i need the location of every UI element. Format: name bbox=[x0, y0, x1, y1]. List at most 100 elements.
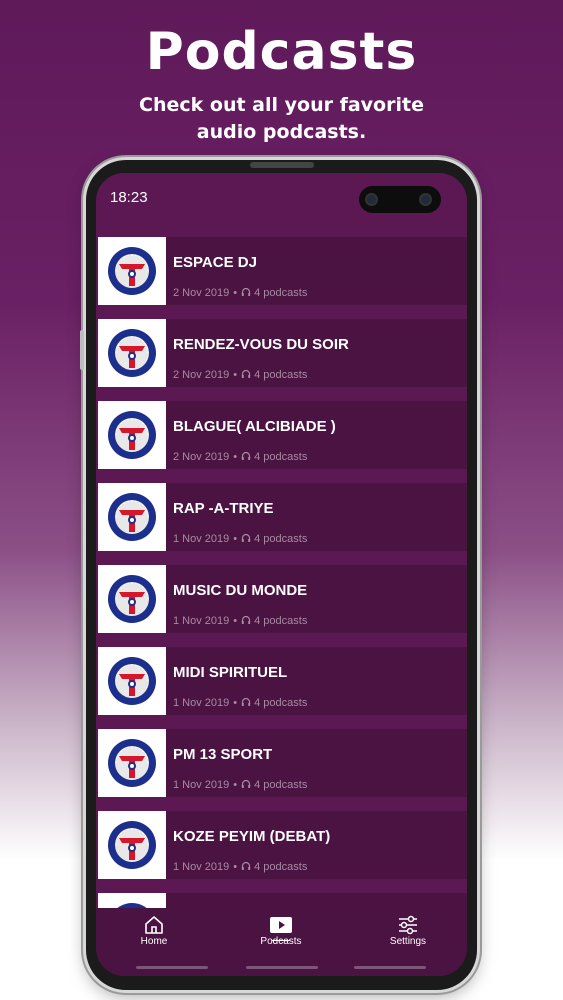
promo-subtitle-line-2: audio podcasts. bbox=[196, 121, 367, 143]
podcast-count: 4 podcasts bbox=[254, 697, 308, 709]
promo-subtitle-line-1: Check out all your favorite bbox=[139, 94, 424, 116]
camera-lens-icon bbox=[365, 193, 378, 206]
podcast-meta: 1 Nov 2019 • 4 podcasts bbox=[173, 615, 307, 627]
podcast-card[interactable]: BLAGUE( ALCIBIADE ) 2 Nov 2019 • 4 podcasts bbox=[98, 401, 467, 469]
podcast-date: 1 Nov 2019 bbox=[173, 861, 230, 873]
podcast-count: 4 podcasts bbox=[254, 533, 308, 545]
podcast-meta: 2 Nov 2019 • 4 podcasts bbox=[173, 451, 307, 463]
podcast-date: 2 Nov 2019 bbox=[173, 369, 230, 381]
nav-podcasts[interactable]: Podcasts bbox=[231, 908, 331, 960]
radio-station-logo bbox=[108, 739, 156, 787]
podcast-title: MUSIC DU MONDE bbox=[173, 582, 308, 599]
podcast-list[interactable]: ESPACE DJ 2 Nov 2019 • 4 podcasts RENDEZ-VO… bbox=[96, 229, 467, 908]
podcast-card[interactable]: ESPACE DJ 2 Nov 2019 • 4 podcasts bbox=[98, 237, 467, 305]
podcast-date: 1 Nov 2019 bbox=[173, 779, 230, 791]
headphones-icon bbox=[241, 451, 251, 460]
speaker-grille bbox=[250, 162, 314, 168]
nav-settings[interactable]: Settings bbox=[358, 908, 458, 960]
headphones-icon bbox=[241, 287, 251, 296]
home-icon bbox=[145, 916, 163, 934]
podcast-title: KOZE PEYIM (DEBAT) bbox=[173, 828, 331, 845]
podcast-title: MIDI SPIRITUEL bbox=[173, 664, 288, 681]
headphones-icon bbox=[241, 369, 251, 378]
podcast-thumbnail bbox=[98, 893, 166, 908]
podcast-meta: 1 Nov 2019 • 4 podcasts bbox=[173, 779, 307, 791]
podcast-count: 4 podcasts bbox=[254, 779, 308, 791]
podcast-card[interactable]: RAP -A-TRIYE 1 Nov 2019 • 4 podcasts bbox=[98, 483, 467, 551]
headphones-icon bbox=[241, 697, 251, 706]
podcast-thumbnail bbox=[98, 729, 166, 797]
podcast-date: 2 Nov 2019 bbox=[173, 287, 230, 299]
podcast-thumbnail bbox=[98, 811, 166, 879]
gesture-indicator bbox=[354, 966, 426, 969]
meta-separator: • bbox=[233, 779, 238, 791]
radio-station-logo bbox=[108, 575, 156, 623]
radio-station-logo bbox=[108, 329, 156, 377]
phone-frame: 18:23 ESPACE DJ 2 Nov 2019 • 4 podcasts REN… bbox=[80, 160, 477, 990]
camera-lens-icon bbox=[419, 193, 432, 206]
podcast-thumbnail bbox=[98, 565, 166, 633]
podcast-thumbnail bbox=[98, 483, 166, 551]
meta-separator: • bbox=[233, 615, 238, 627]
podcast-meta: 1 Nov 2019 • 4 podcasts bbox=[173, 533, 307, 545]
phone-screen: 18:23 ESPACE DJ 2 Nov 2019 • 4 podcasts REN… bbox=[96, 173, 467, 976]
meta-separator: • bbox=[233, 369, 238, 381]
podcast-title: BLAGUE( ALCIBIADE ) bbox=[173, 418, 336, 435]
nav-settings-label: Settings bbox=[389, 936, 427, 947]
radio-station-logo bbox=[108, 657, 156, 705]
nav-home-label: Home bbox=[140, 936, 168, 947]
podcast-thumbnail bbox=[98, 647, 166, 715]
podcast-card[interactable]: RENDEZ-VOUS DU SOIR 2 Nov 2019 • 4 podcasts bbox=[98, 319, 467, 387]
meta-separator: • bbox=[233, 287, 238, 299]
promo-subtitle: Check out all your favorite audio podcas… bbox=[0, 92, 563, 146]
volume-button bbox=[80, 330, 84, 370]
status-bar: 18:23 bbox=[96, 173, 467, 229]
podcast-title: ESPACE DJ bbox=[173, 254, 257, 271]
sliders-icon bbox=[399, 915, 417, 935]
bottom-navigation: Home Podcasts Settings bbox=[96, 908, 467, 960]
podcast-thumbnail bbox=[98, 319, 166, 387]
headphones-icon bbox=[241, 779, 251, 788]
radio-station-logo bbox=[108, 411, 156, 459]
active-tab-indicator bbox=[272, 940, 290, 941]
headphones-icon bbox=[241, 533, 251, 542]
podcast-count: 4 podcasts bbox=[254, 615, 308, 627]
podcast-date: 2 Nov 2019 bbox=[173, 451, 230, 463]
podcast-card[interactable]: MUSIC DU MONDE 1 Nov 2019 • 4 podcasts bbox=[98, 565, 467, 633]
radio-station-logo bbox=[108, 821, 156, 869]
gesture-bar bbox=[96, 960, 467, 976]
podcast-count: 4 podcasts bbox=[254, 369, 308, 381]
play-video-icon bbox=[270, 917, 292, 933]
podcast-meta: 2 Nov 2019 • 4 podcasts bbox=[173, 287, 307, 299]
podcast-count: 4 podcasts bbox=[254, 287, 308, 299]
nav-home[interactable]: Home bbox=[104, 908, 204, 960]
status-time: 18:23 bbox=[110, 189, 148, 206]
podcast-meta: 1 Nov 2019 • 4 podcasts bbox=[173, 861, 307, 873]
promo-title: Podcasts bbox=[145, 22, 418, 82]
radio-station-logo bbox=[117, 903, 147, 908]
podcast-meta: 2 Nov 2019 • 4 podcasts bbox=[173, 369, 307, 381]
podcast-thumbnail bbox=[98, 237, 166, 305]
gesture-indicator bbox=[136, 966, 208, 969]
radio-station-logo bbox=[108, 247, 156, 295]
podcast-date: 1 Nov 2019 bbox=[173, 615, 230, 627]
front-camera-cutout bbox=[359, 186, 441, 213]
podcast-meta: 1 Nov 2019 • 4 podcasts bbox=[173, 697, 307, 709]
headphones-icon bbox=[241, 615, 251, 624]
radio-station-logo bbox=[108, 493, 156, 541]
podcast-title: RAP -A-TRIYE bbox=[173, 500, 274, 517]
meta-separator: • bbox=[233, 697, 238, 709]
podcast-date: 1 Nov 2019 bbox=[173, 697, 230, 709]
podcast-count: 4 podcasts bbox=[254, 861, 308, 873]
nav-podcasts-label: Podcasts bbox=[260, 936, 302, 947]
podcast-date: 1 Nov 2019 bbox=[173, 533, 230, 545]
podcast-card[interactable]: KOZE PEYIM (DEBAT) 1 Nov 2019 • 4 podcasts bbox=[98, 811, 467, 879]
podcast-card[interactable]: SAMEDI SANS STRESS bbox=[98, 893, 467, 908]
gesture-indicator bbox=[246, 966, 318, 969]
podcast-card[interactable]: PM 13 SPORT 1 Nov 2019 • 4 podcasts bbox=[98, 729, 467, 797]
headphones-icon bbox=[241, 861, 251, 870]
podcast-title: PM 13 SPORT bbox=[173, 746, 273, 763]
podcast-title: RENDEZ-VOUS DU SOIR bbox=[173, 336, 349, 353]
podcast-card[interactable]: MIDI SPIRITUEL 1 Nov 2019 • 4 podcasts bbox=[98, 647, 467, 715]
meta-separator: • bbox=[233, 861, 238, 873]
